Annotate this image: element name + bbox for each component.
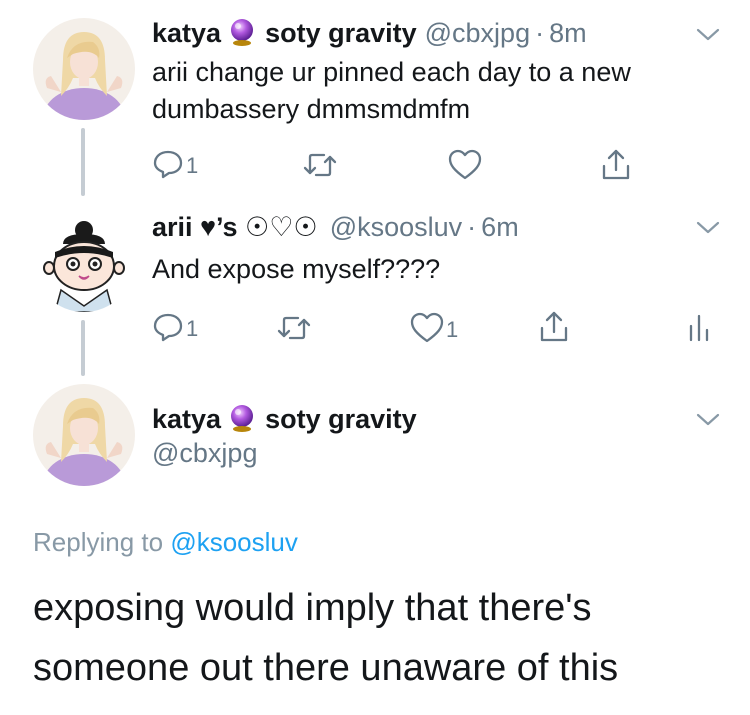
tweet-header-2: arii ♥’s ☉♡☉ @ksoosluv · 6m (152, 212, 519, 248)
tweet-header-1: katya soty gravity @cbxjpg · 8m (152, 12, 587, 48)
like-count: 1 (446, 317, 459, 342)
thread-line-1 (81, 128, 85, 196)
heart-icon (410, 312, 444, 343)
focused-tweet-header: katya soty gravity (152, 398, 417, 434)
display-name[interactable]: katya (152, 18, 221, 49)
display-name-suffix: soty gravity (265, 18, 417, 48)
share-icon (602, 149, 630, 180)
share-button[interactable] (538, 310, 570, 344)
reply-button[interactable]: 1 (152, 148, 198, 180)
share-button[interactable] (600, 148, 632, 182)
focused-tweet-text-line-1: exposing would imply that there's (33, 587, 592, 629)
retweet-button[interactable] (302, 151, 338, 179)
share-icon (540, 311, 568, 342)
replying-prefix: Replying to (33, 527, 164, 557)
analytics-button[interactable] (688, 312, 710, 342)
replying-mention-link[interactable]: @ksoosluv (170, 527, 298, 557)
display-name[interactable]: katya (152, 404, 221, 435)
retweet-button[interactable] (276, 314, 312, 342)
avatar-arii[interactable] (33, 210, 135, 312)
timestamp[interactable]: 8m (549, 18, 587, 49)
crystal-ball-emoji (227, 403, 257, 433)
handle[interactable]: @cbxjpg (425, 18, 530, 49)
like-button[interactable] (448, 149, 482, 181)
retweet-icon (303, 153, 337, 177)
chevron-down-icon[interactable] (694, 25, 722, 45)
analytics-icon (689, 314, 709, 342)
separator-dot: · (535, 18, 545, 48)
focused-tweet-text-line-2: someone out there unaware of this (33, 647, 619, 689)
thread-line-2 (81, 320, 85, 376)
chevron-down-icon[interactable] (694, 410, 722, 430)
display-name-suffix: soty gravity (265, 404, 417, 434)
reply-button[interactable]: 1 (152, 311, 198, 343)
avatar-arii-image (33, 210, 135, 312)
avatar-katya[interactable] (33, 18, 135, 120)
avatar-katya-image (33, 18, 135, 120)
chevron-down-icon[interactable] (694, 218, 722, 238)
like-button[interactable]: 1 (410, 312, 458, 344)
replying-to: Replying to @ksoosluv (33, 527, 298, 558)
heart-icon (448, 149, 482, 180)
avatar-katya-focused[interactable] (33, 384, 135, 486)
reply-icon (153, 313, 183, 342)
tweet-text-line-2: dumbassery dmmsmdmfm (152, 94, 471, 124)
tweet-text-line-1: arii change ur pinned each day to a new (152, 57, 631, 87)
reply-count: 1 (186, 316, 199, 341)
display-name[interactable]: arii ♥’s ☉♡☉ (152, 212, 318, 243)
reply-icon (153, 150, 183, 179)
timestamp[interactable]: 6m (481, 212, 519, 243)
handle[interactable]: @ksoosluv (330, 212, 462, 243)
crystal-ball-emoji (227, 17, 257, 47)
avatar-katya-image (33, 384, 135, 486)
separator-dot: · (467, 212, 477, 242)
retweet-icon (277, 316, 311, 340)
reply-count: 1 (186, 153, 199, 178)
tweet-text: And expose myself???? (152, 254, 441, 284)
handle[interactable]: @cbxjpg (152, 438, 257, 469)
